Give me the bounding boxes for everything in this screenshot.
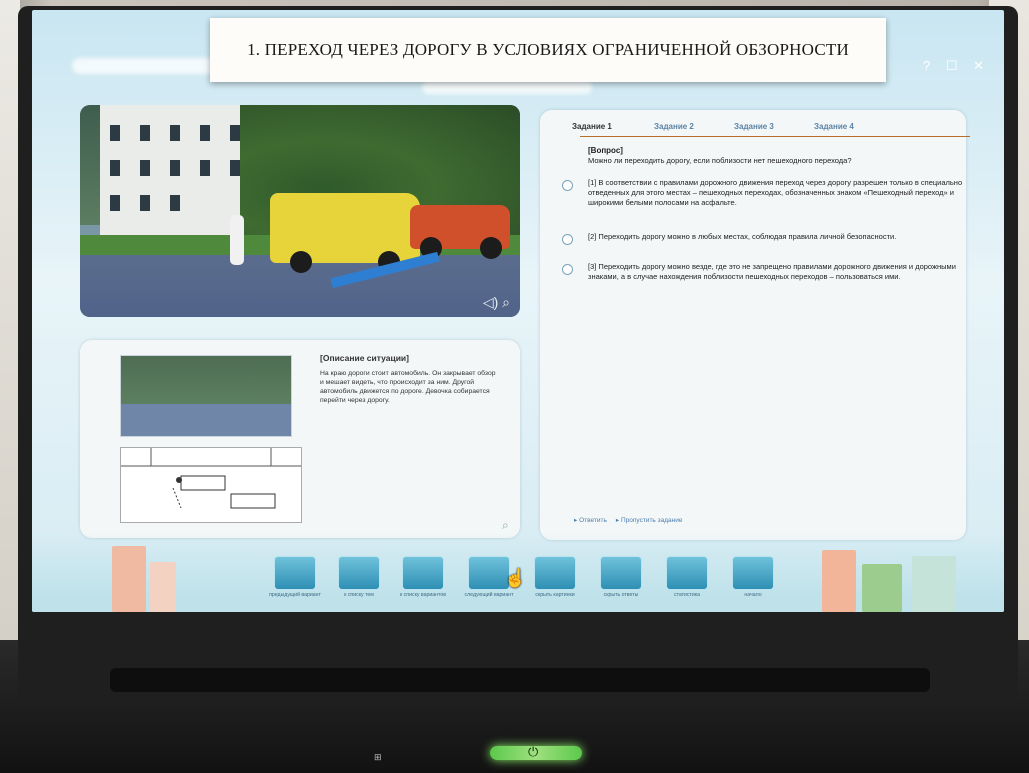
cloud-decoration bbox=[72, 58, 222, 74]
hide-images-button[interactable] bbox=[534, 556, 576, 590]
tab-task-3[interactable]: Задание 3 bbox=[734, 122, 774, 131]
situation-diagram bbox=[120, 447, 302, 523]
tab-task-4[interactable]: Задание 4 bbox=[814, 122, 854, 131]
nav-label: к списку тем bbox=[344, 592, 374, 598]
app-screen: 1. ПЕРЕХОД ЧЕРЕЗ ДОРОГУ В УСЛОВИЯХ ОГРАН… bbox=[32, 10, 1004, 612]
red-car bbox=[410, 205, 510, 259]
answer-option-2[interactable]: [2] Переходить дорогу можно в любых мест… bbox=[588, 232, 968, 242]
hand-cursor-icon: ☝ bbox=[504, 568, 527, 588]
question-text: Можно ли переходить дорогу, если поблизо… bbox=[588, 156, 852, 165]
window-controls[interactable]: ? ☐ ✕ bbox=[923, 58, 990, 74]
page-title: 1. ПЕРЕХОД ЧЕРЕЗ ДОРОГУ В УСЛОВИЯХ ОГРАН… bbox=[247, 40, 849, 59]
hide-answers-button[interactable] bbox=[600, 556, 642, 590]
situation-thumbnail[interactable] bbox=[120, 355, 292, 437]
nav-label: начало bbox=[744, 592, 762, 598]
tower-decoration bbox=[822, 550, 856, 612]
tower-decoration bbox=[912, 556, 956, 612]
variants-list-button[interactable] bbox=[402, 556, 444, 590]
windows-logo-icon: ⊞ bbox=[374, 752, 382, 762]
title-banner: 1. ПЕРЕХОД ЧЕРЕЗ ДОРОГУ В УСЛОВИЯХ ОГРАН… bbox=[210, 18, 886, 82]
action-links: ▸ Ответить ▸ Пропустить задание bbox=[574, 516, 682, 524]
tab-task-1[interactable]: Задание 1 bbox=[572, 122, 612, 131]
answer-radio-2[interactable] bbox=[562, 234, 573, 245]
cloud-decoration bbox=[422, 80, 592, 94]
answer-option-3[interactable]: [3] Переходить дорогу можно везде, где э… bbox=[588, 262, 968, 282]
skip-task-link[interactable]: ▸ Пропустить задание bbox=[616, 517, 683, 524]
answer-radio-3[interactable] bbox=[562, 264, 573, 275]
zoom-icon[interactable]: ◁) ⌕ bbox=[483, 294, 510, 311]
nav-label: предыдущий вариант bbox=[269, 592, 321, 598]
nav-label: скрыть ответы bbox=[603, 592, 639, 598]
nav-label: к списку вариантов bbox=[399, 592, 447, 598]
power-icon: ⏻ bbox=[528, 744, 539, 759]
topics-list-button[interactable] bbox=[338, 556, 380, 590]
tab-underline bbox=[580, 136, 970, 137]
tree-decoration bbox=[862, 564, 902, 612]
task-tabs: Задание 1 Задание 2 Задание 3 Задание 4 bbox=[572, 118, 952, 136]
situation-text: На краю дороги стоит автомобиль. Он закр… bbox=[320, 370, 496, 404]
nav-label: статистика bbox=[673, 592, 701, 598]
question-label: [Вопрос] bbox=[588, 146, 623, 155]
answer-link[interactable]: ▸ Ответить bbox=[574, 517, 607, 524]
prev-variant-button[interactable] bbox=[274, 556, 316, 590]
nav-label: следующий вариант bbox=[464, 592, 514, 598]
pedestrian-girl bbox=[230, 215, 244, 265]
yellow-car bbox=[270, 193, 420, 273]
home-button[interactable] bbox=[732, 556, 774, 590]
situation-label: [Описание ситуации] bbox=[320, 353, 409, 363]
answer-radio-1[interactable] bbox=[562, 180, 573, 191]
tower-decoration bbox=[150, 562, 176, 612]
tab-task-2[interactable]: Задание 2 bbox=[654, 122, 694, 131]
magnifier-icon[interactable]: ⌕ bbox=[502, 518, 509, 533]
tower-decoration bbox=[112, 546, 146, 612]
nav-label: скрыть картинки bbox=[535, 592, 575, 598]
scene-image: ◁) ⌕ bbox=[80, 105, 520, 317]
answer-option-1[interactable]: [1] В соответствии с правилами дорожного… bbox=[588, 178, 968, 208]
question-panel: Задание 1 Задание 2 Задание 3 Задание 4 … bbox=[540, 110, 966, 540]
laptop-hinge bbox=[110, 668, 930, 692]
statistics-button[interactable] bbox=[666, 556, 708, 590]
